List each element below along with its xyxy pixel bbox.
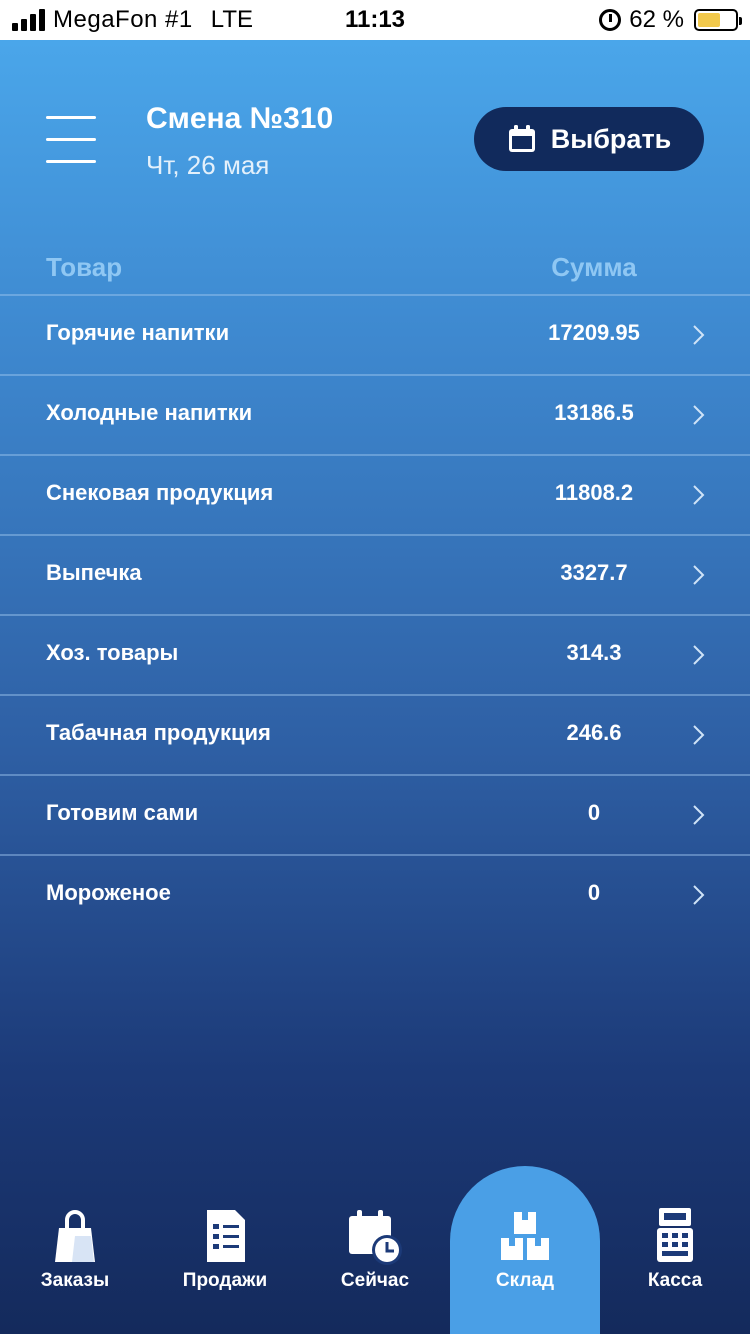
alarm-icon — [599, 9, 622, 31]
category-name: Холодные напитки — [46, 400, 253, 425]
tab-label: Сейчас — [340, 1270, 410, 1291]
network-type: LTE — [210, 6, 253, 33]
tab-label: Продажи — [182, 1270, 268, 1291]
calendar-icon — [508, 125, 535, 152]
shopping-bag-icon — [55, 1210, 95, 1262]
tab-sales[interactable]: Продажи — [150, 1206, 300, 1326]
shift-title: Смена №310 — [146, 102, 334, 135]
chevron-right-icon — [693, 485, 705, 505]
tab-bar: Заказы Продажи Сейчас Склад Касса — [0, 1166, 750, 1334]
category-sum: 0 — [587, 880, 601, 905]
category-row[interactable]: Готовим сами 0 — [0, 774, 750, 854]
category-name: Снековая продукция — [46, 480, 274, 505]
shift-date: Чт, 26 мая — [146, 150, 270, 180]
status-bar: MegaFon #1 LTE 11:13 62 % — [0, 0, 750, 40]
pick-shift-label: Выбрать — [550, 123, 672, 154]
category-sum: 13186.5 — [554, 400, 634, 425]
app-screen: Смена №310 Чт, 26 мая Выбрать Товар Сумм… — [0, 40, 750, 1334]
carrier-name: MegaFon #1 — [53, 6, 193, 33]
category-name: Мороженое — [46, 880, 171, 905]
chevron-right-icon — [693, 725, 705, 745]
chevron-right-icon — [693, 645, 705, 665]
category-list: Горячие напитки 17209.95 Холодные напитки 1… — [0, 294, 750, 934]
chevron-right-icon — [693, 325, 705, 345]
tab-label: Заказы — [40, 1270, 110, 1291]
category-row[interactable]: Хоз. товары 314.3 — [0, 614, 750, 694]
chevron-right-icon — [693, 405, 705, 425]
category-name: Хоз. товары — [46, 640, 179, 665]
status-right: 62 % — [599, 6, 742, 34]
category-row[interactable]: Горячие напитки 17209.95 — [0, 294, 750, 374]
cash-register-icon — [657, 1208, 693, 1262]
category-sum: 3327.7 — [560, 560, 628, 585]
chevron-right-icon — [693, 805, 705, 825]
tab-label: Касса — [647, 1270, 703, 1291]
column-product: Товар — [46, 252, 123, 282]
battery-percent: 62 % — [629, 6, 684, 33]
signal-icon — [12, 9, 45, 31]
tab-label: Склад — [495, 1270, 555, 1291]
category-name: Готовим сами — [46, 800, 199, 825]
boxes-icon — [501, 1212, 549, 1260]
pick-shift-button[interactable]: Выбрать — [474, 107, 704, 171]
status-left: MegaFon #1 LTE — [12, 6, 253, 34]
category-row[interactable]: Выпечка 3327.7 — [0, 534, 750, 614]
hamburger-menu-icon[interactable] — [46, 114, 98, 166]
calendar-clock-icon — [349, 1210, 402, 1265]
chevron-right-icon — [693, 885, 705, 905]
column-sum: Сумма — [551, 252, 637, 282]
category-row[interactable]: Холодные напитки 13186.5 — [0, 374, 750, 454]
table-header: Товар Сумма — [0, 246, 750, 296]
tab-cash[interactable]: Касса — [600, 1206, 750, 1326]
tab-now[interactable]: Сейчас — [300, 1206, 450, 1326]
category-row[interactable]: Мороженое 0 — [0, 854, 750, 934]
category-sum: 17209.95 — [548, 320, 640, 345]
chevron-right-icon — [693, 565, 705, 585]
category-sum: 11808.2 — [554, 480, 634, 505]
category-sum: 314.3 — [566, 640, 622, 665]
category-sum: 246.6 — [566, 720, 622, 745]
tab-orders[interactable]: Заказы — [0, 1206, 150, 1326]
category-name: Выпечка — [46, 560, 142, 585]
category-name: Табачная продукция — [46, 720, 271, 745]
receipt-icon — [207, 1210, 245, 1262]
battery-icon — [694, 9, 742, 31]
category-sum: 0 — [587, 800, 601, 825]
category-name: Горячие напитки — [46, 320, 230, 345]
tab-warehouse[interactable]: Склад — [450, 1206, 600, 1326]
battery-fill — [698, 13, 721, 27]
category-row[interactable]: Снековая продукция 11808.2 — [0, 454, 750, 534]
category-row[interactable]: Табачная продукция 246.6 — [0, 694, 750, 774]
